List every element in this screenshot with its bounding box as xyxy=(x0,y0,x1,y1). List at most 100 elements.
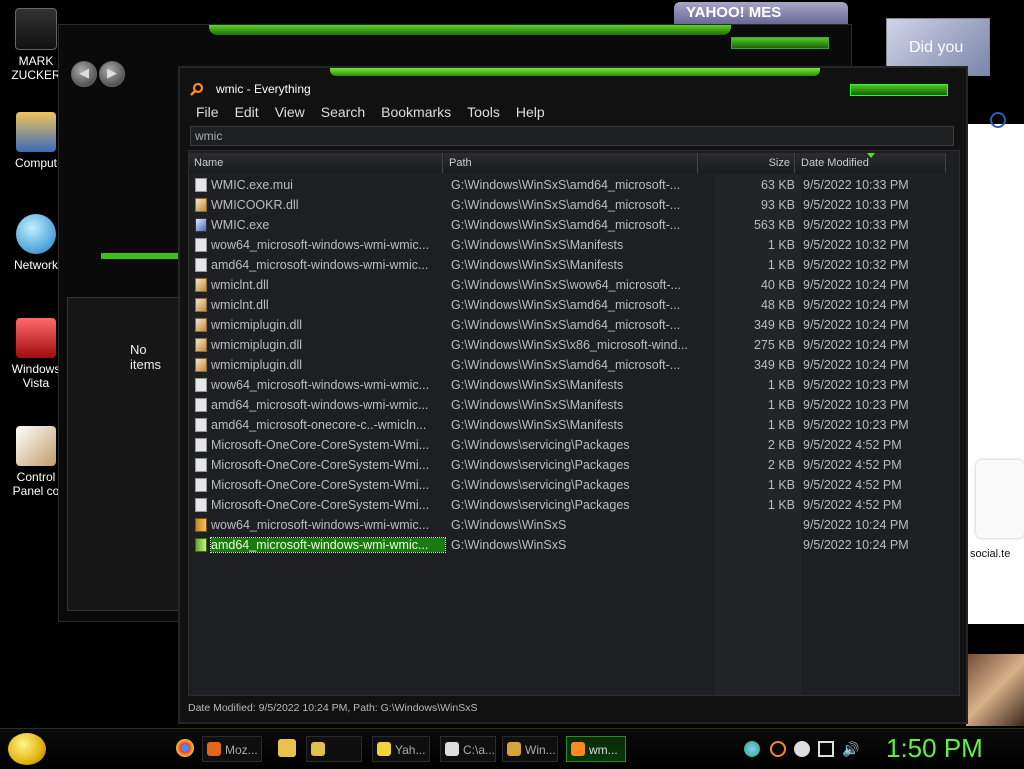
sort-indicator-icon xyxy=(867,153,875,158)
table-row[interactable]: amd64_microsoft-windows-wmi-wmic... G:\Wi… xyxy=(189,255,959,275)
title-bar[interactable]: wmic - Everything xyxy=(180,76,966,102)
cell-path: G:\Windows\WinSxS\x86_microsoft-wind... xyxy=(451,338,688,352)
user-folder-icon xyxy=(15,8,57,50)
table-row[interactable]: Microsoft-OneCore-CoreSystem-Wmi... G:\Wi… xyxy=(189,475,959,495)
cell-path: G:\Windows\WinSxS xyxy=(451,518,567,532)
menu-tools[interactable]: Tools xyxy=(459,102,508,122)
taskbar-7zip-button[interactable]: C:\a... xyxy=(440,736,496,762)
window-glow-bar xyxy=(330,68,820,76)
everything-tray-icon[interactable] xyxy=(770,741,786,757)
table-row[interactable]: wow64_microsoft-windows-wmi-wmic... G:\Wi… xyxy=(189,375,959,395)
cell-name: amd64_microsoft-windows-wmi-wmic... xyxy=(211,258,429,272)
table-row[interactable]: Microsoft-OneCore-CoreSystem-Wmi... G:\Wi… xyxy=(189,435,959,455)
cell-size: 1 KB xyxy=(767,498,795,512)
table-row[interactable]: amd64_microsoft-onecore-c..-wmicln... G:\… xyxy=(189,415,959,435)
taskbar-explorer-button[interactable]: Win... xyxy=(502,736,558,762)
table-row[interactable]: WMIC.exe G:\Windows\WinSxS\amd64_microsof… xyxy=(189,215,959,235)
cell-size: 63 KB xyxy=(760,178,795,192)
monitor-tray-icon[interactable] xyxy=(818,741,834,757)
cell-name: Microsoft-OneCore-CoreSystem-Wmi... xyxy=(211,478,430,492)
cell-path: G:\Windows\servicing\Packages xyxy=(451,438,630,452)
cell-name: wow64_microsoft-windows-wmi-wmic... xyxy=(211,378,430,392)
menu-file[interactable]: File xyxy=(188,102,227,122)
table-row[interactable]: wow64_microsoft-windows-wmi-wmic... G:\Wi… xyxy=(189,515,959,535)
everything-window[interactable]: wmic - Everything File Edit View Search … xyxy=(178,66,968,724)
taskbar-button-label: wm... xyxy=(589,743,618,757)
cell-path: G:\Windows\WinSxS\Manifests xyxy=(451,398,624,412)
column-header-path[interactable]: Path xyxy=(444,153,698,173)
chrome-icon[interactable] xyxy=(176,739,194,757)
menu-view[interactable]: View xyxy=(267,102,313,122)
table-row[interactable]: Microsoft-OneCore-CoreSystem-Wmi... G:\Wi… xyxy=(189,455,959,475)
taskbar-button-label: Win... xyxy=(525,743,556,757)
cell-name: wmiclnt.dll xyxy=(211,298,269,312)
cell-date: 9/5/2022 10:24 PM xyxy=(803,358,909,372)
back-arrow-icon[interactable]: ◀ xyxy=(71,61,97,87)
volume-icon[interactable]: 🔊 xyxy=(842,741,859,757)
file-icon xyxy=(195,418,207,432)
cell-path: G:\Windows\WinSxS\Manifests xyxy=(451,378,624,392)
taskbar-app-button[interactable] xyxy=(306,736,362,762)
app-icon xyxy=(445,742,459,756)
results-table[interactable]: Name Path Size Date Modified WMIC.exe.mu… xyxy=(188,150,960,696)
cell-path: G:\Windows\WinSxS xyxy=(451,538,567,552)
dll-file-icon xyxy=(195,358,207,372)
table-row-selected[interactable]: amd64_microsoft-windows-wmi-wmic... G:\Wi… xyxy=(189,535,959,555)
cell-size: 2 KB xyxy=(767,438,795,452)
window-control-buttons[interactable] xyxy=(850,84,948,96)
clock[interactable]: 1:50 PM xyxy=(886,733,983,764)
search-input[interactable] xyxy=(190,126,954,146)
network-globe-icon xyxy=(16,214,56,254)
table-row[interactable]: wmiclnt.dll G:\Windows\WinSxS\wow64_micro… xyxy=(189,275,959,295)
network-tray-icon[interactable] xyxy=(744,741,760,757)
forward-arrow-icon[interactable]: ▶ xyxy=(99,61,125,87)
social-card[interactable] xyxy=(976,460,1024,538)
file-icon xyxy=(195,178,207,192)
table-row[interactable]: WMICOOKR.dll G:\Windows\WinSxS\amd64_micr… xyxy=(189,195,959,215)
cell-name: Microsoft-OneCore-CoreSystem-Wmi... xyxy=(211,498,430,512)
menu-bookmarks[interactable]: Bookmarks xyxy=(373,102,459,122)
minus-tray-icon[interactable] xyxy=(794,741,810,757)
window-control-buttons[interactable] xyxy=(731,37,829,49)
search-icon[interactable] xyxy=(990,112,1006,128)
table-row[interactable]: Microsoft-OneCore-CoreSystem-Wmi... G:\Wi… xyxy=(189,495,959,515)
table-row[interactable]: WMIC.exe.mui G:\Windows\WinSxS\amd64_micr… xyxy=(189,175,959,195)
dll-file-icon xyxy=(195,318,207,332)
menu-edit[interactable]: Edit xyxy=(227,102,267,122)
menu-search[interactable]: Search xyxy=(313,102,373,122)
table-row[interactable]: wmicmiplugin.dll G:\Windows\WinSxS\amd64_… xyxy=(189,315,959,335)
cell-date: 9/5/2022 10:23 PM xyxy=(803,418,909,432)
cell-date: 9/5/2022 4:52 PM xyxy=(803,458,902,472)
table-row[interactable]: wmicmiplugin.dll G:\Windows\WinSxS\x86_mi… xyxy=(189,335,959,355)
cell-date: 9/5/2022 10:24 PM xyxy=(803,538,909,552)
cell-size: 1 KB xyxy=(767,418,795,432)
table-row[interactable]: wmiclnt.dll G:\Windows\WinSxS\amd64_micro… xyxy=(189,295,959,315)
social-label: social.te xyxy=(970,548,1011,560)
cell-date: 9/5/2022 4:52 PM xyxy=(803,478,902,492)
taskbar-firefox-button[interactable]: Moz... xyxy=(202,736,262,762)
taskbar-button-label: Moz... xyxy=(225,743,258,757)
cell-name: wow64_microsoft-windows-wmi-wmic... xyxy=(211,238,430,252)
cell-path: G:\Windows\WinSxS\amd64_microsoft-... xyxy=(451,298,681,312)
cell-size: 275 KB xyxy=(753,338,795,352)
column-header-size[interactable]: Size xyxy=(699,153,795,173)
table-row[interactable]: wow64_microsoft-windows-wmi-wmic... G:\Wi… xyxy=(189,235,959,255)
table-row[interactable]: amd64_microsoft-windows-wmi-wmic... G:\Wi… xyxy=(189,395,959,415)
cell-date: 9/5/2022 10:24 PM xyxy=(803,298,909,312)
start-button[interactable] xyxy=(8,733,46,765)
cell-date: 9/5/2022 10:24 PM xyxy=(803,278,909,292)
cell-size: 48 KB xyxy=(760,298,795,312)
table-row[interactable]: wmicmiplugin.dll G:\Windows\WinSxS\amd64_… xyxy=(189,355,959,375)
exe-file-icon xyxy=(195,218,207,232)
cell-size: 563 KB xyxy=(753,218,795,232)
taskbar-everything-button[interactable]: wm... xyxy=(566,736,626,762)
column-header-name[interactable]: Name xyxy=(189,153,443,173)
status-bar: Date Modified: 9/5/2022 10:24 PM, Path: … xyxy=(188,702,478,714)
file-icon xyxy=(195,398,207,412)
folder-icon[interactable] xyxy=(278,739,296,757)
file-icon xyxy=(195,378,207,392)
menu-help[interactable]: Help xyxy=(508,102,553,122)
cell-date: 9/5/2022 10:24 PM xyxy=(803,338,909,352)
yahoo-messenger-tab[interactable]: YAHOO! MES xyxy=(674,2,848,24)
taskbar-yahoo-button[interactable]: Yah... xyxy=(372,736,430,762)
